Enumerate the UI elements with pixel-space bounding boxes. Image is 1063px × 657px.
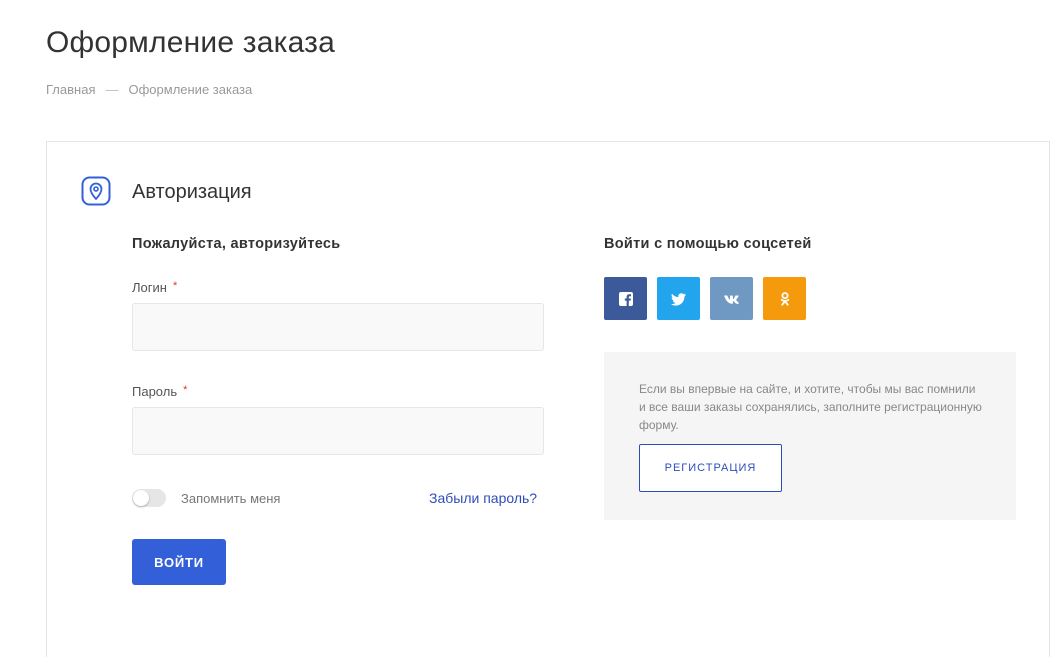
breadcrumb-home-link[interactable]: Главная <box>46 82 95 97</box>
password-label: Пароль * <box>132 384 187 399</box>
remember-me-label[interactable]: Запомнить меня <box>181 491 280 506</box>
odnoklassniki-button[interactable] <box>763 277 806 320</box>
map-pin-icon <box>81 176 111 206</box>
login-button[interactable]: ВОЙТИ <box>132 539 226 585</box>
facebook-icon <box>618 291 633 306</box>
facebook-button[interactable] <box>604 277 647 320</box>
social-login-heading: Войти с помощью соцсетей <box>604 236 812 252</box>
breadcrumb-separator: — <box>105 82 119 97</box>
toggle-knob <box>133 490 149 506</box>
vk-icon <box>723 295 739 304</box>
registration-button[interactable]: РЕГИСТРАЦИЯ <box>639 444 782 492</box>
login-label: Логин * <box>132 280 177 295</box>
breadcrumb: Главная — Оформление заказа <box>46 82 252 97</box>
twitter-icon <box>670 292 686 306</box>
breadcrumb-current: Оформление заказа <box>128 82 253 97</box>
auth-title: Авторизация <box>132 181 252 203</box>
password-label-text: Пароль <box>132 384 178 399</box>
forgot-password-link[interactable]: Забыли пароль? <box>429 490 537 506</box>
required-mark: * <box>183 384 188 396</box>
page-title: Оформление заказа <box>46 26 335 59</box>
auth-card: Авторизация Пожалуйста, авторизуйтесь Ло… <box>46 141 1050 657</box>
odnoklassniki-icon <box>780 291 789 306</box>
password-input[interactable] <box>132 407 544 455</box>
vk-button[interactable] <box>710 277 753 320</box>
login-form-heading: Пожалуйста, авторизуйтесь <box>132 236 341 252</box>
login-label-text: Логин <box>132 280 167 295</box>
twitter-button[interactable] <box>657 277 700 320</box>
login-input[interactable] <box>132 303 544 351</box>
required-mark: * <box>172 280 178 292</box>
registration-text: Если вы впервые на сайте, и хотите, чтоб… <box>639 382 982 432</box>
registration-box: Если вы впервые на сайте, и хотите, чтоб… <box>604 352 1016 520</box>
remember-me-toggle[interactable] <box>132 489 166 507</box>
